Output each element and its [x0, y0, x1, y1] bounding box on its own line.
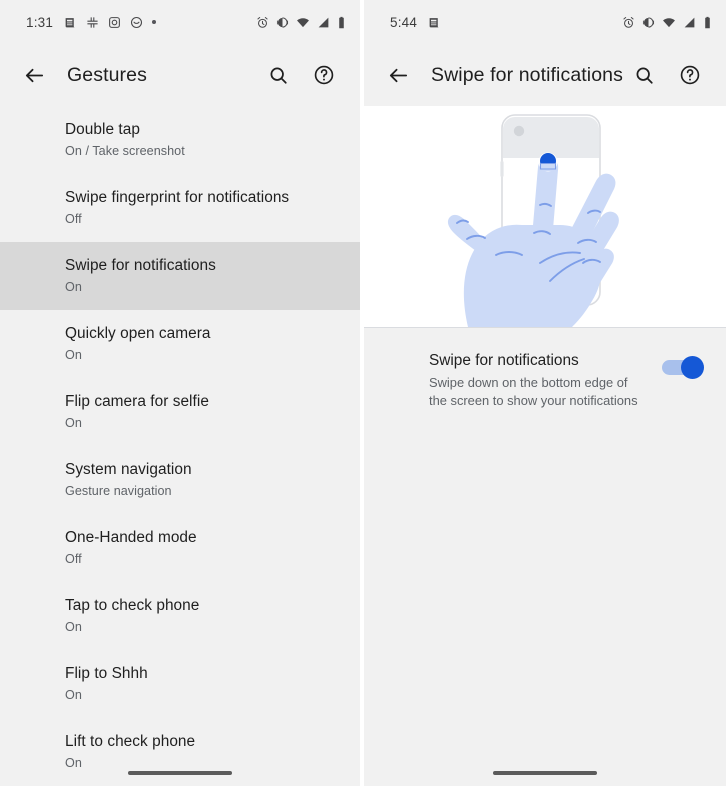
status-notification-icons	[64, 16, 157, 29]
list-item[interactable]: System navigation Gesture navigation	[0, 446, 360, 514]
list-item-title: System navigation	[65, 461, 192, 478]
dot-icon	[152, 20, 157, 24]
battery-icon	[703, 16, 712, 29]
back-arrow-icon[interactable]	[378, 55, 418, 95]
list-item-subtitle: On / Take screenshot	[65, 144, 185, 158]
status-system-icons	[256, 16, 346, 29]
list-item-subtitle: On	[65, 280, 82, 294]
preference-text: Swipe for notifications Swipe down on th…	[429, 350, 662, 409]
alarm-icon	[256, 16, 269, 29]
list-item[interactable]: One-Handed mode Off	[0, 514, 360, 582]
toggle-thumb	[681, 356, 704, 379]
status-time: 5:44	[390, 14, 418, 30]
list-item-subtitle: On	[65, 688, 82, 702]
swipe-for-notifications-preference[interactable]: Swipe for notifications Swipe down on th…	[364, 328, 726, 431]
gesture-home-bar[interactable]	[364, 771, 726, 775]
wifi-icon	[296, 16, 310, 29]
list-item-subtitle: On	[65, 348, 82, 362]
left-status-bar: 1:31	[0, 0, 360, 44]
list-item[interactable]: Flip to Shhh On	[0, 650, 360, 718]
slack-icon	[86, 16, 99, 29]
battery-icon	[337, 16, 346, 29]
list-item[interactable]: Double tap On / Take screenshot	[0, 106, 360, 174]
dual-screenshot-container: 1:31 Gestures Double tap On / Take scree…	[0, 0, 728, 786]
list-item[interactable]: Swipe fingerprint for notifications Off	[0, 174, 360, 242]
list-item-subtitle: Off	[65, 552, 82, 566]
vibrate-icon	[276, 16, 289, 29]
back-arrow-icon[interactable]	[14, 55, 54, 95]
list-item-title: Flip camera for selfie	[65, 393, 209, 410]
instagram-icon	[108, 16, 121, 29]
list-item-subtitle: Off	[65, 212, 82, 226]
swipe-for-notifications-toggle[interactable]	[662, 356, 704, 380]
list-item-subtitle: On	[65, 416, 82, 430]
gestures-list: Double tap On / Take screenshot Swipe fi…	[0, 106, 360, 786]
help-icon[interactable]	[670, 55, 710, 95]
list-item-title: One-Handed mode	[65, 529, 197, 546]
list-item-title: Swipe for notifications	[65, 257, 216, 274]
news-icon	[428, 16, 441, 29]
swipe-down-hand-phone-illustration	[364, 106, 726, 328]
list-item-subtitle: On	[65, 756, 82, 770]
signal-icon	[317, 16, 330, 29]
vibrate-icon	[642, 16, 655, 29]
list-item-title: Double tap	[65, 121, 140, 138]
right-app-bar-actions	[624, 55, 710, 95]
list-item[interactable]: Quickly open camera On	[0, 310, 360, 378]
signal-icon	[683, 16, 696, 29]
preference-title: Swipe for notifications	[429, 352, 579, 369]
list-item[interactable]: Lift to check phone On	[0, 718, 360, 786]
smiley-icon	[130, 16, 143, 29]
list-item-subtitle: On	[65, 620, 82, 634]
page-title: Gestures	[67, 63, 147, 86]
news-icon	[64, 16, 77, 29]
list-item-title: Lift to check phone	[65, 733, 196, 750]
list-item[interactable]: Tap to check phone On	[0, 582, 360, 650]
search-icon[interactable]	[624, 55, 664, 95]
list-item-title: Quickly open camera	[65, 325, 211, 342]
search-icon[interactable]	[258, 55, 298, 95]
left-phone-screen: 1:31 Gestures Double tap On / Take scree…	[0, 0, 362, 786]
alarm-icon	[622, 16, 635, 29]
right-phone-screen: 5:44 Swipe for notifications Swipe for n…	[364, 0, 726, 786]
preference-subtitle: Swipe down on the bottom edge of the scr…	[429, 375, 638, 408]
list-item-subtitle: Gesture navigation	[65, 484, 172, 498]
left-app-bar: Gestures	[0, 44, 360, 106]
page-title: Swipe for notifications	[431, 63, 623, 86]
list-item-selected[interactable]: Swipe for notifications On	[0, 242, 360, 310]
right-app-bar: Swipe for notifications	[364, 44, 726, 106]
wifi-icon	[662, 16, 676, 29]
left-app-bar-actions	[258, 55, 344, 95]
list-item-title: Tap to check phone	[65, 597, 200, 614]
status-time: 1:31	[26, 14, 54, 30]
list-item-title: Swipe fingerprint for notifications	[65, 189, 290, 206]
list-item[interactable]: Flip camera for selfie On	[0, 378, 360, 446]
status-notification-icons	[428, 16, 441, 29]
right-status-bar: 5:44	[364, 0, 726, 44]
status-system-icons	[622, 16, 712, 29]
list-item-title: Flip to Shhh	[65, 665, 148, 682]
help-icon[interactable]	[304, 55, 344, 95]
gesture-home-bar[interactable]	[0, 771, 360, 775]
